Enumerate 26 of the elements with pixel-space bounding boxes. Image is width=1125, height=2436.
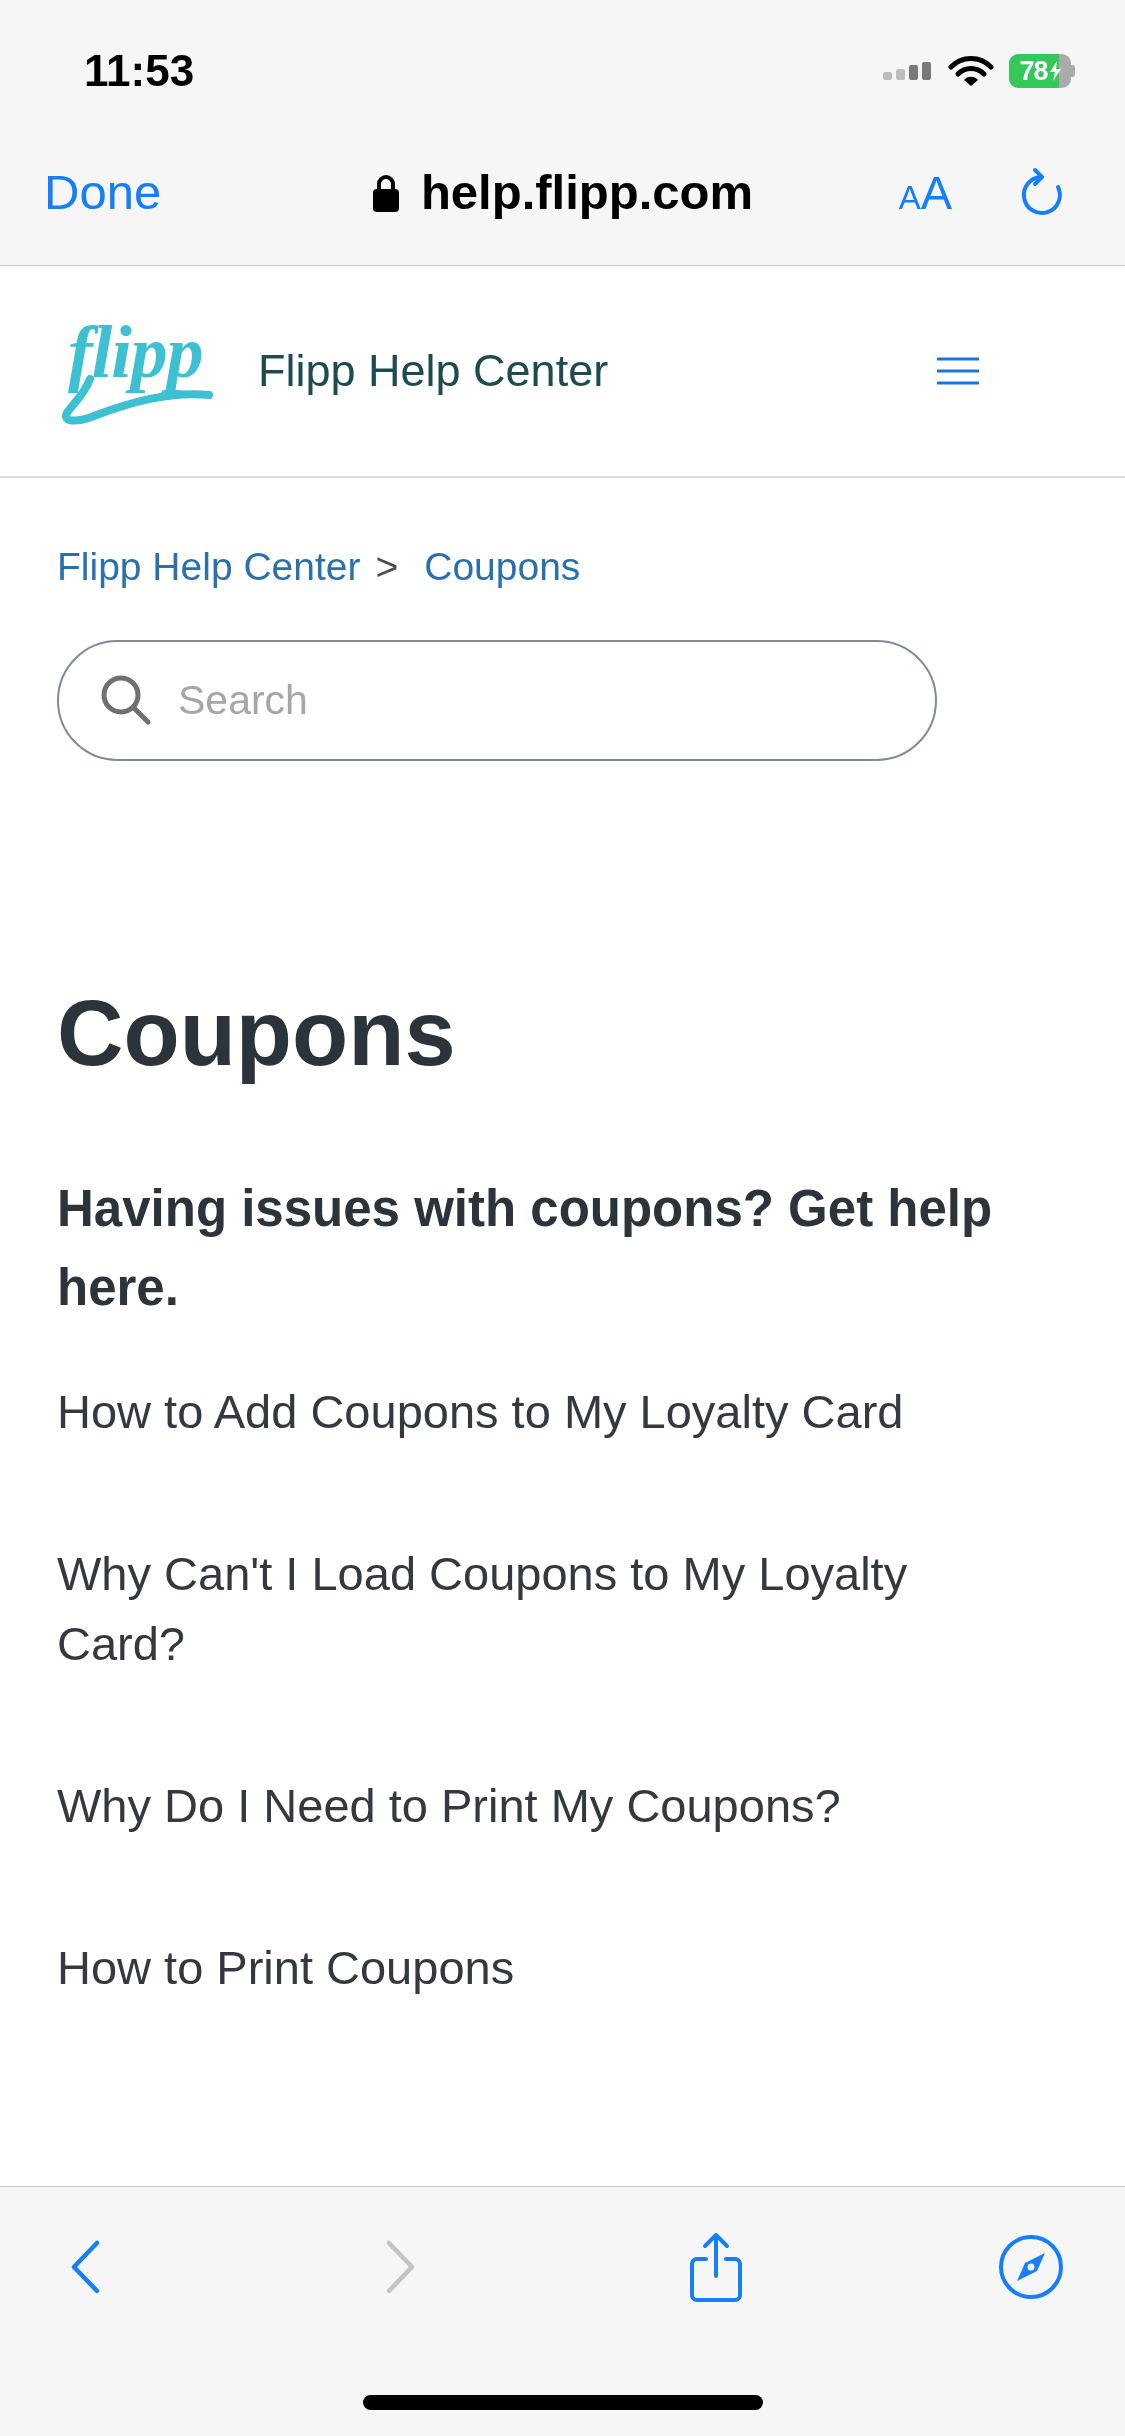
done-button[interactable]: Done [44, 163, 162, 222]
address-bar[interactable]: help.flipp.com [371, 163, 754, 222]
status-time: 11:53 [84, 49, 195, 93]
site-title-link[interactable]: Flipp Help Center [258, 344, 609, 398]
breadcrumb-separator: > [375, 544, 399, 590]
article-link[interactable]: Why Do I Need to Print My Coupons? [57, 1771, 841, 1841]
cellular-signal-icon [883, 62, 933, 80]
wifi-icon [948, 55, 994, 87]
lock-icon [371, 173, 400, 212]
text-size-button[interactable]: AA [898, 169, 952, 216]
breadcrumb-link[interactable]: Coupons [424, 542, 581, 592]
chevron-right-icon [384, 2240, 416, 2294]
article-link[interactable]: How to Add Coupons to My Loyalty Card [57, 1377, 904, 1447]
article-link[interactable]: Why Can't I Load Coupons to My Loyalty Card? [57, 1539, 1017, 1679]
chevron-left-icon [69, 2240, 101, 2294]
search-icon [100, 674, 152, 726]
menu-button[interactable] [937, 357, 979, 385]
article-link[interactable]: How to Print Coupons [57, 1933, 515, 2003]
menu-icon [937, 357, 979, 385]
compass-icon [998, 2234, 1064, 2300]
battery-percent: 78 [1019, 57, 1048, 85]
search-field[interactable]: Search [57, 640, 937, 761]
category-description: Having issues with coupons? Get help here. [57, 1179, 994, 1318]
breadcrumb-link[interactable]: Flipp Help Center [57, 542, 361, 592]
page-title: Coupons [57, 981, 457, 1086]
charging-bolt-icon [1049, 61, 1061, 81]
